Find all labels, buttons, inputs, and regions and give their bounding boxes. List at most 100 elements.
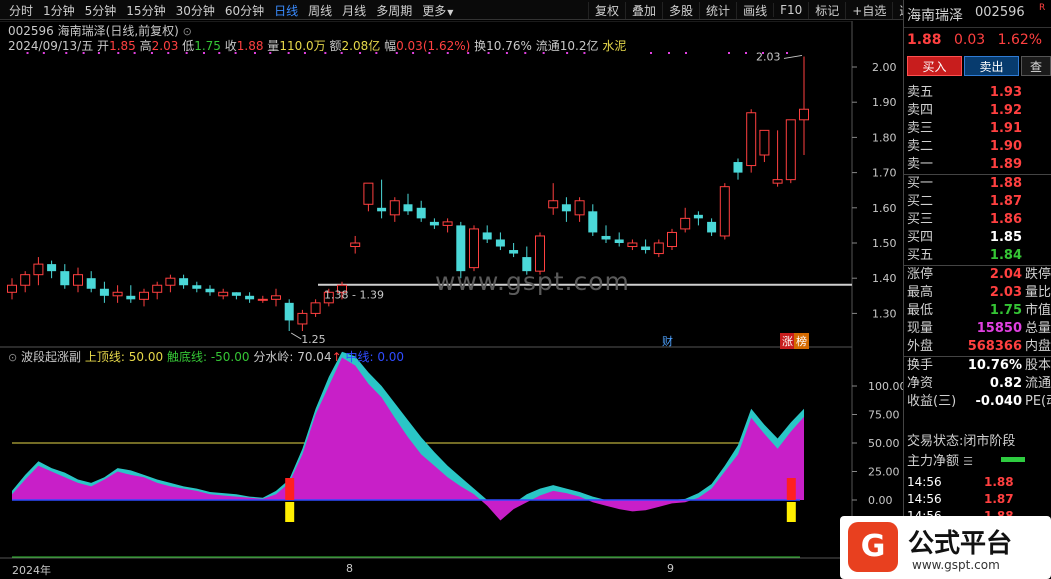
sector-label[interactable]: 水泥 — [602, 39, 626, 53]
support-range-label: 1.38 - 1.39 — [324, 289, 384, 302]
top-line-label: 上顶线: — [84, 350, 125, 364]
stat-ext: 市值 — [1025, 303, 1051, 318]
trade-state-row: 交易状态:闭市阶段 — [907, 430, 1015, 449]
candle-body — [442, 221, 453, 226]
float-value: 10.2亿 — [559, 39, 599, 53]
bid-row[interactable]: 买四 1.85 — [904, 229, 1051, 247]
price-pct: 1.62% — [997, 32, 1043, 48]
query-button[interactable]: 查 — [1021, 56, 1051, 76]
tool-buttons: 复权 叠加 多股 统计 画线 F10 标记 +自选 返回 — [588, 0, 929, 20]
stat-row: 最高 2.03 量比 — [904, 284, 1051, 302]
trade-state-value: 闭市阶段 — [963, 434, 1016, 449]
tick-price: 1.88 — [984, 475, 1014, 489]
tab-period-2[interactable]: 5分钟 — [80, 2, 122, 19]
badge-finance[interactable]: 财 — [660, 333, 675, 349]
overlay-button[interactable]: 叠加 — [625, 1, 662, 19]
bid-label: 买一 — [907, 176, 934, 191]
indicator-settings-icon[interactable]: ⊙ — [8, 351, 17, 364]
close-value: 1.88 — [236, 39, 264, 53]
top-line-value: 50.00 — [128, 350, 164, 364]
candle-body — [152, 284, 163, 293]
ask-row[interactable]: 卖三 1.91 — [904, 120, 1051, 138]
more-menu[interactable]: 更多▼ — [417, 2, 458, 19]
candle-body — [799, 108, 809, 121]
stat-value: 2.04 — [989, 267, 1022, 282]
candle-body — [60, 271, 70, 286]
ask-row[interactable]: 卖二 1.90 — [904, 138, 1051, 156]
stat-label: 现量 — [907, 321, 934, 336]
mid-line-value: 0.00 — [377, 350, 405, 364]
buy-button[interactable]: 买入 — [907, 56, 962, 76]
main-flow-bar — [1001, 457, 1025, 462]
candle-body — [179, 278, 189, 286]
bid-label: 买四 — [907, 230, 934, 245]
price-tick-label: 1.60 — [872, 202, 897, 215]
mid-line-label: 中线: — [345, 350, 374, 364]
tab-period-4[interactable]: 30分钟 — [171, 2, 220, 19]
ask-row[interactable]: 卖四 1.92 — [904, 102, 1051, 120]
candle-body — [429, 221, 439, 226]
stat-value: 0.82 — [989, 376, 1022, 391]
stock-tag: R — [1039, 3, 1046, 13]
tick-row: 14:56 1.88 — [904, 474, 1051, 491]
price-tick-label: 1.90 — [872, 96, 897, 109]
bid-row[interactable]: 买三 1.86 — [904, 211, 1051, 229]
f10-button[interactable]: F10 — [773, 3, 808, 17]
tab-period-1[interactable]: 1分钟 — [38, 2, 80, 19]
badge-zhang[interactable]: 涨 — [780, 333, 795, 349]
candle-body — [310, 302, 321, 314]
tab-period-8[interactable]: 月线 — [337, 2, 371, 19]
bid-row[interactable]: 买一 1.88 — [904, 175, 1051, 193]
bid-price: 1.85 — [989, 230, 1022, 245]
stat-ext: 内盘 — [1025, 339, 1051, 354]
tick-price: 1.87 — [984, 492, 1014, 506]
amount-value: 2.08亿 — [341, 39, 381, 53]
ask-label: 卖五 — [907, 85, 934, 100]
chart-area[interactable]: 2.00 1.90 1.80 1.70 1.60 1.50 1.40 1.30 2.03 1.25… — [0, 21, 903, 579]
main-flow-row[interactable]: 主力净额 ☰ — [907, 450, 973, 469]
trade-buttons: 买入 卖出 查 — [907, 56, 1051, 76]
candle-body — [733, 162, 743, 173]
tab-period-0[interactable]: 分时 — [4, 2, 38, 19]
close-label: 收 — [224, 39, 237, 53]
multi-stock-button[interactable]: 多股 — [662, 1, 699, 19]
high-pointer-line — [783, 54, 803, 59]
tab-period-6[interactable]: 日线 — [269, 2, 303, 19]
badge-bang[interactable]: 榜 — [794, 333, 809, 349]
stats-button[interactable]: 统计 — [699, 1, 736, 19]
bid-row[interactable]: 买五 1.84 — [904, 247, 1051, 265]
low-pointer-line — [290, 332, 302, 340]
stat-row: 换手 10.76% 股本 — [904, 357, 1051, 375]
candle-body — [785, 119, 796, 181]
tab-period-5[interactable]: 60分钟 — [220, 2, 269, 19]
ask-price: 1.89 — [989, 157, 1022, 172]
candle-body — [363, 182, 374, 205]
ask-label: 卖二 — [907, 139, 934, 154]
arrow-up-icon: ↑ — [331, 350, 342, 364]
bid-price: 1.86 — [989, 212, 1022, 227]
chart-name: 海南瑞泽 — [57, 24, 106, 38]
signal-bar-yellow — [285, 502, 295, 522]
tick-row: 14:56 1.87 — [904, 491, 1051, 508]
stat-label: 最低 — [907, 303, 934, 318]
ask-label: 卖一 — [907, 157, 934, 172]
adjust-button[interactable]: 复权 — [588, 1, 625, 19]
ask-price: 1.90 — [989, 139, 1022, 154]
sell-button[interactable]: 卖出 — [964, 56, 1019, 76]
candle-body — [245, 295, 255, 300]
mark-button[interactable]: 标记 — [808, 1, 845, 19]
tab-period-9[interactable]: 多周期 — [371, 2, 417, 19]
ind-tick-label: 75.00 — [868, 409, 900, 422]
candle-body — [165, 277, 176, 286]
ask-row[interactable]: 卖一 1.89 — [904, 156, 1051, 174]
chart-canvas[interactable]: 2.00 1.90 1.80 1.70 1.60 1.50 1.40 1.30 2.03 1.25… — [0, 21, 903, 579]
candle-body — [205, 288, 215, 293]
list-icon[interactable]: ☰ — [963, 455, 973, 468]
add-watchlist-button[interactable]: +自选 — [845, 1, 892, 19]
tab-period-3[interactable]: 15分钟 — [121, 2, 170, 19]
indicator-name[interactable]: 波段起涨副 — [21, 350, 81, 364]
draw-line-button[interactable]: 画线 — [736, 1, 773, 19]
ask-row[interactable]: 卖五 1.93 — [904, 84, 1051, 102]
bid-row[interactable]: 买二 1.87 — [904, 193, 1051, 211]
tab-period-7[interactable]: 周线 — [303, 2, 337, 19]
